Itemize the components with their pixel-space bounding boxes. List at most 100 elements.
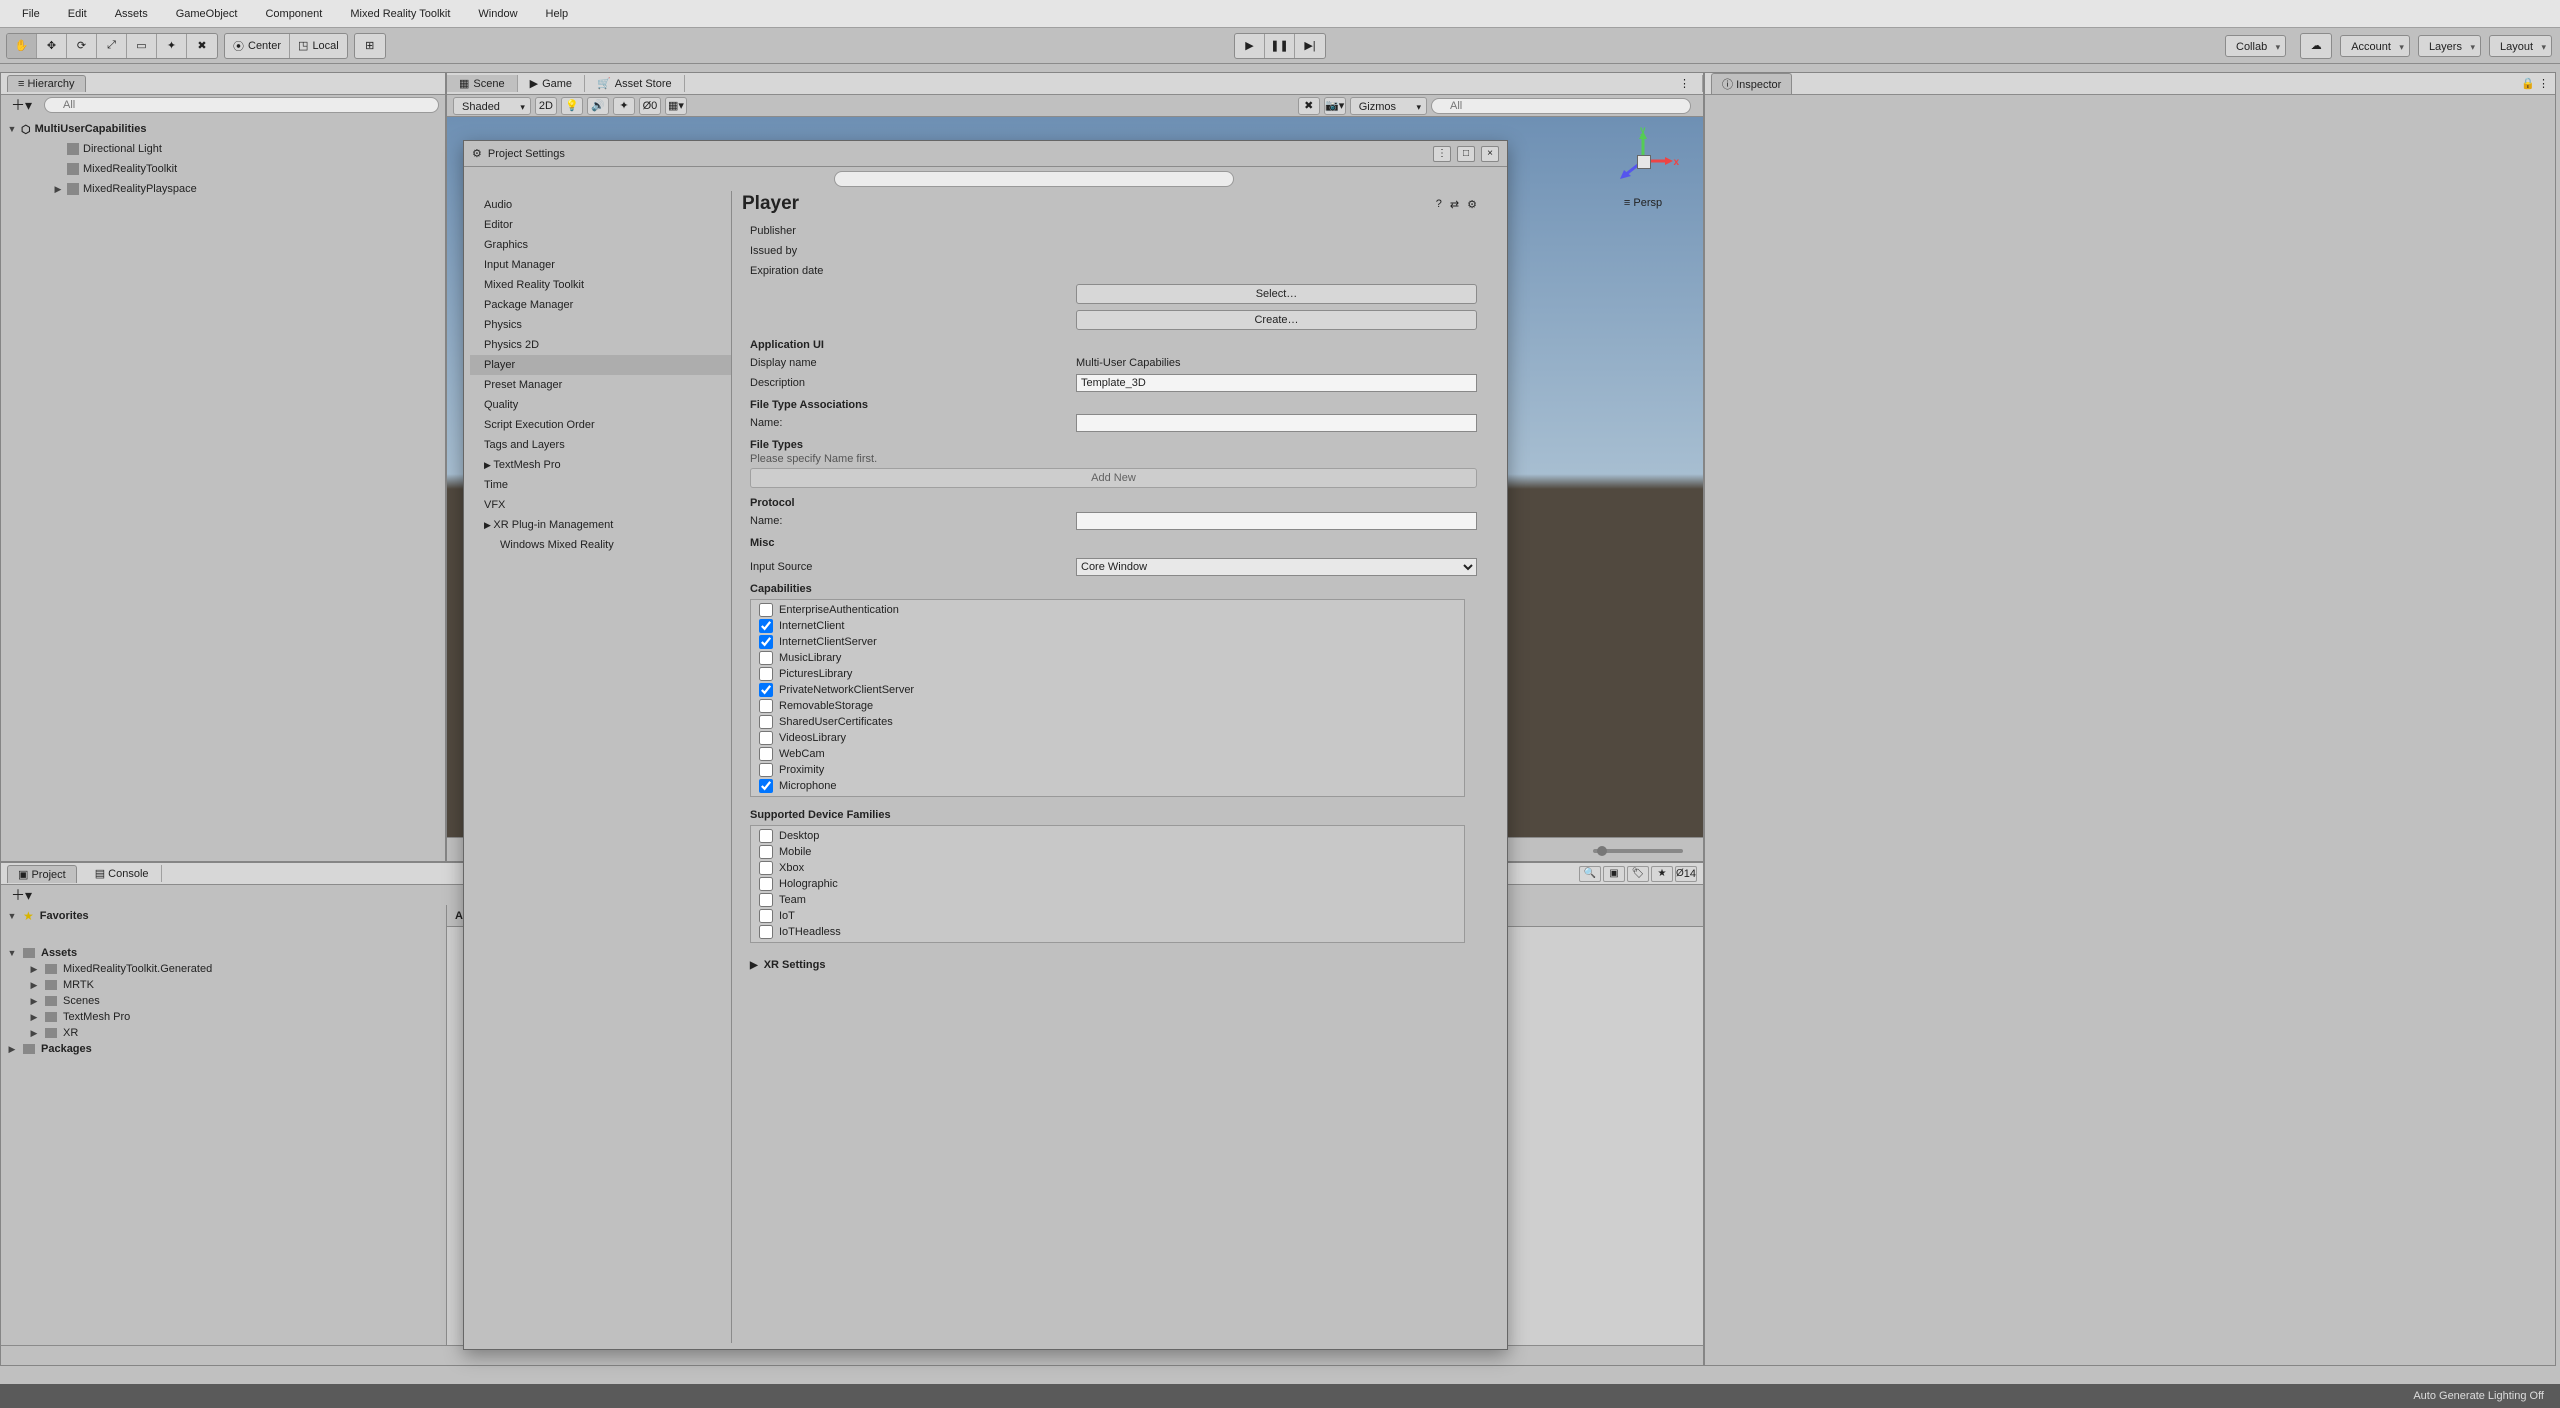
menu-edit[interactable]: Edit — [54, 0, 101, 28]
camera-icon[interactable]: 📷▾ — [1324, 97, 1346, 115]
hierarchy-search-input[interactable] — [44, 97, 439, 113]
asset-store-tab[interactable]: 🛒 Asset Store — [585, 75, 685, 92]
settings-nav-player[interactable]: Player — [470, 355, 731, 375]
inspector-tab[interactable]: ⓘ Inspector — [1711, 73, 1792, 94]
hierarchy-item[interactable]: Directional Light — [7, 139, 439, 159]
settings-nav-vfx[interactable]: VFX — [470, 495, 731, 515]
project-label-icon[interactable]: 🏷 — [1627, 866, 1649, 882]
audio-toggle[interactable]: 🔊 — [587, 97, 609, 115]
cloud-button[interactable]: ☁ — [2301, 34, 2331, 58]
packages-row[interactable]: ▶Packages — [1, 1041, 446, 1057]
help-icon[interactable]: ? — [1436, 198, 1442, 211]
capability-removablestorage[interactable]: RemovableStorage — [753, 698, 1462, 714]
assets-folder[interactable]: ▶Scenes — [1, 993, 446, 1009]
account-dropdown[interactable]: Account — [2340, 35, 2410, 57]
device-family-team[interactable]: Team — [753, 892, 1462, 908]
device-family-iotheadless[interactable]: IoTHeadless — [753, 924, 1462, 940]
window-close-icon[interactable]: × — [1481, 146, 1499, 162]
capability-checkbox[interactable] — [759, 603, 773, 617]
capability-checkbox[interactable] — [759, 635, 773, 649]
scale-tool[interactable]: ⤢ — [97, 34, 127, 58]
settings-nav-package-manager[interactable]: Package Manager — [470, 295, 731, 315]
device-family-xbox[interactable]: Xbox — [753, 860, 1462, 876]
snap-toggle[interactable]: ⊞ — [355, 34, 385, 58]
hierarchy-tab[interactable]: ≡ Hierarchy — [7, 75, 86, 92]
rect-tool[interactable]: ▭ — [127, 34, 157, 58]
game-tab[interactable]: ▶ Game — [518, 75, 585, 92]
shading-mode-dropdown[interactable]: Shaded — [453, 97, 531, 115]
pivot-center-toggle[interactable]: ⦿Center — [225, 34, 290, 58]
description-input[interactable] — [1076, 374, 1477, 392]
settings-nav-physics-2d[interactable]: Physics 2D — [470, 335, 731, 355]
settings-nav-audio[interactable]: Audio — [470, 195, 731, 215]
favorites-row[interactable]: ▼★Favorites — [1, 907, 446, 925]
layers-dropdown[interactable]: Layers — [2418, 35, 2481, 57]
device-family-checkbox[interactable] — [759, 845, 773, 859]
window-menu-icon[interactable]: ⋮ — [1433, 146, 1451, 162]
preset-icon[interactable]: ⇄ — [1450, 198, 1459, 211]
project-add-button[interactable]: ＋▾ — [5, 885, 38, 905]
assets-folder[interactable]: ▶MRTK — [1, 977, 446, 993]
capability-enterpriseauthentication[interactable]: EnterpriseAuthentication — [753, 602, 1462, 618]
projection-label[interactable]: ≡ Persp — [1624, 197, 1662, 209]
settings-gear-icon[interactable]: ⚙ — [1467, 198, 1477, 211]
layout-dropdown[interactable]: Layout — [2489, 35, 2552, 57]
move-tool[interactable]: ✥ — [37, 34, 67, 58]
fta-name-input[interactable] — [1076, 414, 1477, 432]
hierarchy-add-button[interactable]: ＋▾ — [5, 95, 38, 115]
capability-checkbox[interactable] — [759, 779, 773, 793]
2d-toggle[interactable]: 2D — [535, 97, 557, 115]
capability-microphone[interactable]: Microphone — [753, 778, 1462, 794]
project-tab[interactable]: ▣ Project — [7, 865, 77, 883]
xr-settings-foldout[interactable]: ▶ XR Settings — [732, 949, 1483, 977]
project-hidden-icon[interactable]: Ø14 — [1675, 866, 1697, 882]
capability-checkbox[interactable] — [759, 763, 773, 777]
menu-file[interactable]: File — [8, 0, 54, 28]
device-family-checkbox[interactable] — [759, 861, 773, 875]
hand-tool[interactable]: ✋ — [7, 34, 37, 58]
scene-tab[interactable]: ▦ Scene — [447, 75, 518, 92]
custom-tool[interactable]: ✖ — [187, 34, 217, 58]
window-maximize-icon[interactable]: □ — [1457, 146, 1475, 162]
input-source-dropdown[interactable]: Core Window — [1076, 558, 1477, 576]
scene-zoom-slider[interactable] — [1593, 849, 1683, 853]
capability-sharedusercertificates[interactable]: SharedUserCertificates — [753, 714, 1462, 730]
play-button[interactable]: ▶ — [1235, 34, 1265, 58]
settings-nav-mixed-reality-toolkit[interactable]: Mixed Reality Toolkit — [470, 275, 731, 295]
menu-help[interactable]: Help — [532, 0, 583, 28]
menu-assets[interactable]: Assets — [101, 0, 162, 28]
device-family-checkbox[interactable] — [759, 925, 773, 939]
cert-select-button[interactable]: Select… — [1076, 284, 1477, 304]
scene-root[interactable]: ▼⬡ MultiUserCapabilities — [7, 119, 439, 139]
device-family-holographic[interactable]: Holographic — [753, 876, 1462, 892]
device-family-mobile[interactable]: Mobile — [753, 844, 1462, 860]
capability-checkbox[interactable] — [759, 683, 773, 697]
tools-toggle[interactable]: ✖ — [1298, 97, 1320, 115]
device-family-iot[interactable]: IoT — [753, 908, 1462, 924]
device-family-checkbox[interactable] — [759, 909, 773, 923]
auto-generate-lighting-label[interactable]: Auto Generate Lighting Off — [2413, 1390, 2544, 1402]
fx-toggle[interactable]: ✦ — [613, 97, 635, 115]
capability-internetclient[interactable]: InternetClient — [753, 618, 1462, 634]
capability-pictureslibrary[interactable]: PicturesLibrary — [753, 666, 1462, 682]
settings-nav-graphics[interactable]: Graphics — [470, 235, 731, 255]
skybox-toggle[interactable]: Ø0 — [639, 97, 661, 115]
menu-window[interactable]: Window — [464, 0, 531, 28]
hierarchy-item[interactable]: MixedRealityToolkit — [7, 159, 439, 179]
rotate-tool[interactable]: ⟳ — [67, 34, 97, 58]
project-settings-titlebar[interactable]: ⚙ Project Settings ⋮ □ × — [464, 141, 1507, 167]
menu-component[interactable]: Component — [251, 0, 336, 28]
scene-search-input[interactable] — [1431, 98, 1691, 114]
pause-button[interactable]: ❚❚ — [1265, 34, 1295, 58]
grid-toggle[interactable]: ▦▾ — [665, 97, 687, 115]
project-filter-icon[interactable]: ▣ — [1603, 866, 1625, 882]
assets-folder[interactable]: ▶XR — [1, 1025, 446, 1041]
protocol-name-input[interactable] — [1076, 512, 1477, 530]
capability-checkbox[interactable] — [759, 747, 773, 761]
menu-gameobject[interactable]: GameObject — [162, 0, 252, 28]
menu-mixed-reality-toolkit[interactable]: Mixed Reality Toolkit — [336, 0, 464, 28]
capability-proximity[interactable]: Proximity — [753, 762, 1462, 778]
collab-dropdown[interactable]: Collab — [2225, 35, 2286, 57]
capability-internetclientserver[interactable]: InternetClientServer — [753, 634, 1462, 650]
settings-nav-physics[interactable]: Physics — [470, 315, 731, 335]
